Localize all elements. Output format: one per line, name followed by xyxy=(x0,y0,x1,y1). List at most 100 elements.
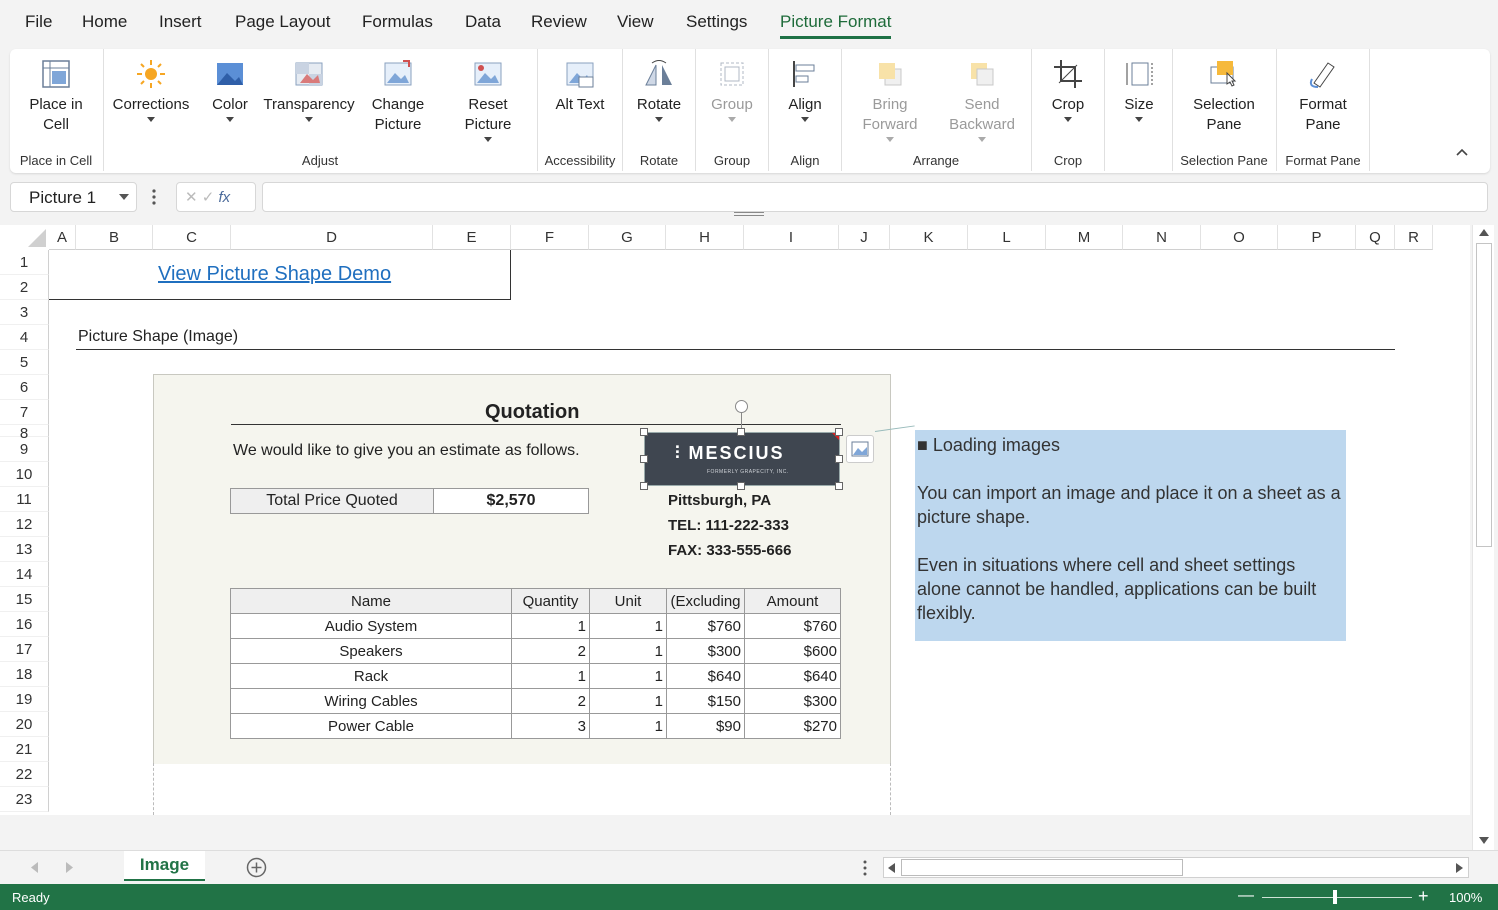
row-header[interactable]: 8 xyxy=(0,425,49,442)
row-header[interactable]: 9 xyxy=(0,437,49,462)
column-header[interactable]: P xyxy=(1278,225,1356,250)
menu-file[interactable]: File xyxy=(25,12,52,32)
color-button[interactable]: Color xyxy=(202,49,258,157)
tab-next-icon[interactable] xyxy=(66,862,74,873)
reset-picture-button[interactable]: Reset Picture xyxy=(450,49,526,157)
menu-data[interactable]: Data xyxy=(465,12,501,32)
column-header[interactable]: R xyxy=(1395,225,1433,250)
row-header[interactable]: 5 xyxy=(0,350,49,375)
row-header[interactable]: 17 xyxy=(0,637,49,662)
column-header[interactable]: M xyxy=(1046,225,1123,250)
row-header[interactable]: 15 xyxy=(0,587,49,612)
row-header[interactable]: 23 xyxy=(0,787,49,812)
place-in-cell-button[interactable]: Place in Cell xyxy=(14,49,98,157)
column-header[interactable]: I xyxy=(744,225,839,250)
zoom-in-icon[interactable]: + xyxy=(1418,886,1429,907)
row-header[interactable]: 21 xyxy=(0,737,49,762)
cancel-icon[interactable]: ✕ xyxy=(185,189,198,206)
row-header[interactable]: 22 xyxy=(0,762,49,787)
column-header[interactable]: B xyxy=(76,225,153,250)
column-header[interactable]: E xyxy=(433,225,511,250)
menu-picture-format[interactable]: Picture Format xyxy=(780,12,892,39)
menu-home[interactable]: Home xyxy=(82,12,127,32)
row-header[interactable]: 16 xyxy=(0,612,49,637)
select-all-icon[interactable] xyxy=(26,229,46,247)
menu-settings[interactable]: Settings xyxy=(686,12,747,32)
rotate-handle[interactable] xyxy=(735,400,748,413)
zoom-out-icon[interactable]: — xyxy=(1238,887,1254,905)
row-header[interactable]: 12 xyxy=(0,512,49,537)
send-backward-button[interactable]: Send Backward xyxy=(938,49,1026,157)
column-header[interactable]: L xyxy=(968,225,1046,250)
horizontal-scroll-thumb[interactable] xyxy=(901,859,1183,876)
resize-handle[interactable] xyxy=(835,482,843,490)
more-options-icon[interactable] xyxy=(862,860,868,876)
column-header[interactable]: J xyxy=(839,225,890,250)
vertical-scroll-thumb[interactable] xyxy=(1476,243,1492,547)
crop-button[interactable]: Crop xyxy=(1036,49,1100,157)
resize-handle[interactable] xyxy=(640,428,648,436)
menu-insert[interactable]: Insert xyxy=(159,12,202,32)
column-header[interactable]: C xyxy=(153,225,231,250)
scroll-up-icon[interactable] xyxy=(1479,229,1489,236)
group-button[interactable]: Group xyxy=(699,49,765,157)
add-sheet-icon[interactable] xyxy=(246,857,267,878)
menu-formulas[interactable]: Formulas xyxy=(362,12,433,32)
row-header[interactable]: 18 xyxy=(0,662,49,687)
column-header[interactable]: O xyxy=(1201,225,1278,250)
worksheet-grid[interactable]: ABCDEFGHIJKLMNOPQR 1 2 3 4 5 6 7 8 9 10 11 12 13 14 15… xyxy=(0,225,1470,815)
collapse-ribbon-icon[interactable] xyxy=(1455,147,1469,157)
confirm-icon[interactable]: ✓ xyxy=(202,189,215,206)
row-header[interactable]: 1 xyxy=(0,250,49,275)
resize-handle[interactable] xyxy=(737,482,745,490)
alt-text-button[interactable]: Alt Text xyxy=(542,49,618,157)
resize-handle[interactable] xyxy=(734,212,764,216)
name-box[interactable]: Picture 1 xyxy=(10,182,137,212)
change-picture-button[interactable]: Change Picture xyxy=(360,49,436,157)
size-button[interactable]: Size xyxy=(1108,49,1170,157)
scroll-down-icon[interactable] xyxy=(1479,837,1489,844)
column-header[interactable]: G xyxy=(589,225,666,250)
scroll-right-icon[interactable] xyxy=(1456,863,1463,873)
zoom-slider[interactable] xyxy=(1262,897,1412,898)
menu-view[interactable]: View xyxy=(617,12,654,32)
column-header[interactable]: Q xyxy=(1356,225,1395,250)
column-header[interactable]: F xyxy=(511,225,589,250)
column-header[interactable]: D xyxy=(231,225,433,250)
row-header[interactable]: 13 xyxy=(0,537,49,562)
row-header[interactable]: 10 xyxy=(0,462,49,487)
resize-handle[interactable] xyxy=(640,482,648,490)
column-header[interactable]: N xyxy=(1123,225,1201,250)
logo-picture[interactable]: ⫶ MESCIUS FORMERLY GRAPECITY, INC. xyxy=(644,432,840,486)
row-header[interactable]: 14 xyxy=(0,562,49,587)
row-header[interactable]: 4 xyxy=(0,325,49,350)
menu-page-layout[interactable]: Page Layout xyxy=(235,12,330,32)
menu-review[interactable]: Review xyxy=(531,12,587,32)
horizontal-scrollbar[interactable] xyxy=(883,857,1469,878)
corrections-button[interactable]: Corrections xyxy=(108,49,194,157)
zoom-slider-thumb[interactable] xyxy=(1333,890,1337,904)
row-header[interactable]: 11 xyxy=(0,487,49,512)
tab-prev-icon[interactable] xyxy=(31,862,39,873)
vertical-scrollbar[interactable] xyxy=(1472,225,1494,850)
row-header[interactable]: 6 xyxy=(0,375,49,400)
formula-input[interactable] xyxy=(262,182,1488,212)
resize-handle[interactable] xyxy=(835,428,843,436)
more-options-icon[interactable] xyxy=(150,188,158,206)
demo-link[interactable]: View Picture Shape Demo xyxy=(158,263,391,286)
row-header[interactable]: 3 xyxy=(0,300,49,325)
resize-handle[interactable] xyxy=(835,455,843,463)
row-header[interactable]: 19 xyxy=(0,687,49,712)
row-header[interactable]: 7 xyxy=(0,400,49,425)
resize-handle[interactable] xyxy=(737,428,745,436)
resize-handle[interactable] xyxy=(640,455,648,463)
row-header[interactable]: 2 xyxy=(0,275,49,300)
row-header[interactable]: 20 xyxy=(0,712,49,737)
tab-image[interactable]: Image xyxy=(124,851,205,881)
format-pane-button[interactable]: Format Pane xyxy=(1280,49,1366,157)
function-icon[interactable]: fx xyxy=(219,189,231,206)
picture-options-button[interactable] xyxy=(846,435,874,463)
align-button[interactable]: Align xyxy=(772,49,838,157)
column-header[interactable]: K xyxy=(890,225,968,250)
column-header[interactable]: A xyxy=(49,225,76,250)
